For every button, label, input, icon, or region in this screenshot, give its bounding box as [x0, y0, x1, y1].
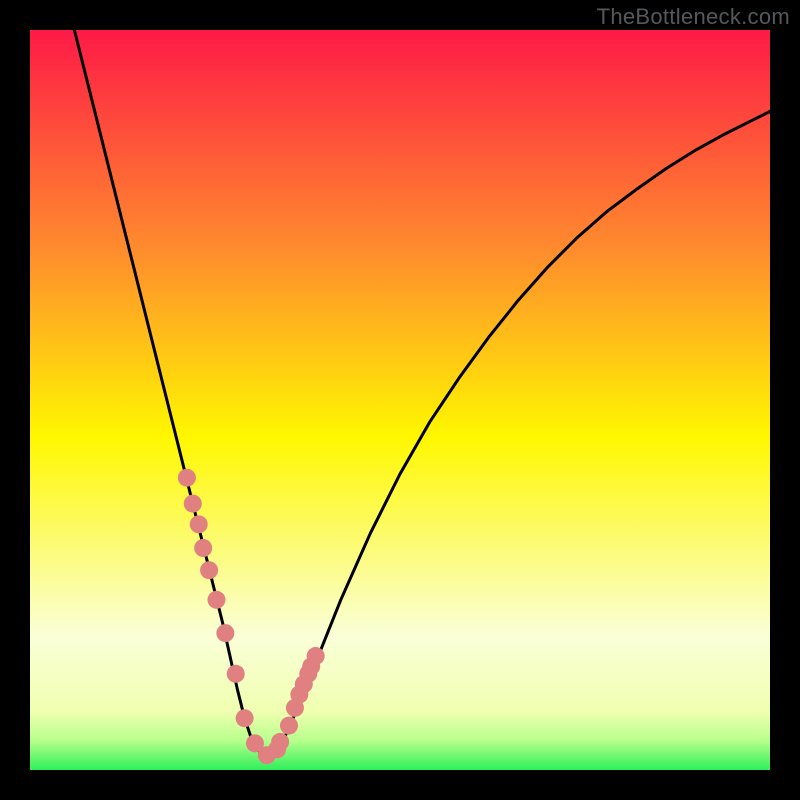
curve-marker: [216, 624, 234, 642]
curve-marker: [236, 709, 254, 727]
curve-marker: [271, 733, 289, 751]
plot-background: [30, 30, 770, 770]
curve-marker: [227, 665, 245, 683]
curve-marker: [184, 495, 202, 513]
curve-marker: [190, 515, 208, 533]
curve-marker: [307, 647, 325, 665]
curve-marker: [207, 591, 225, 609]
bottleneck-chart: [0, 0, 800, 800]
watermark-text: TheBottleneck.com: [597, 4, 790, 30]
curve-marker: [178, 469, 196, 487]
curve-marker: [280, 717, 298, 735]
curve-marker: [200, 561, 218, 579]
chart-container: TheBottleneck.com: [0, 0, 800, 800]
curve-marker: [194, 539, 212, 557]
